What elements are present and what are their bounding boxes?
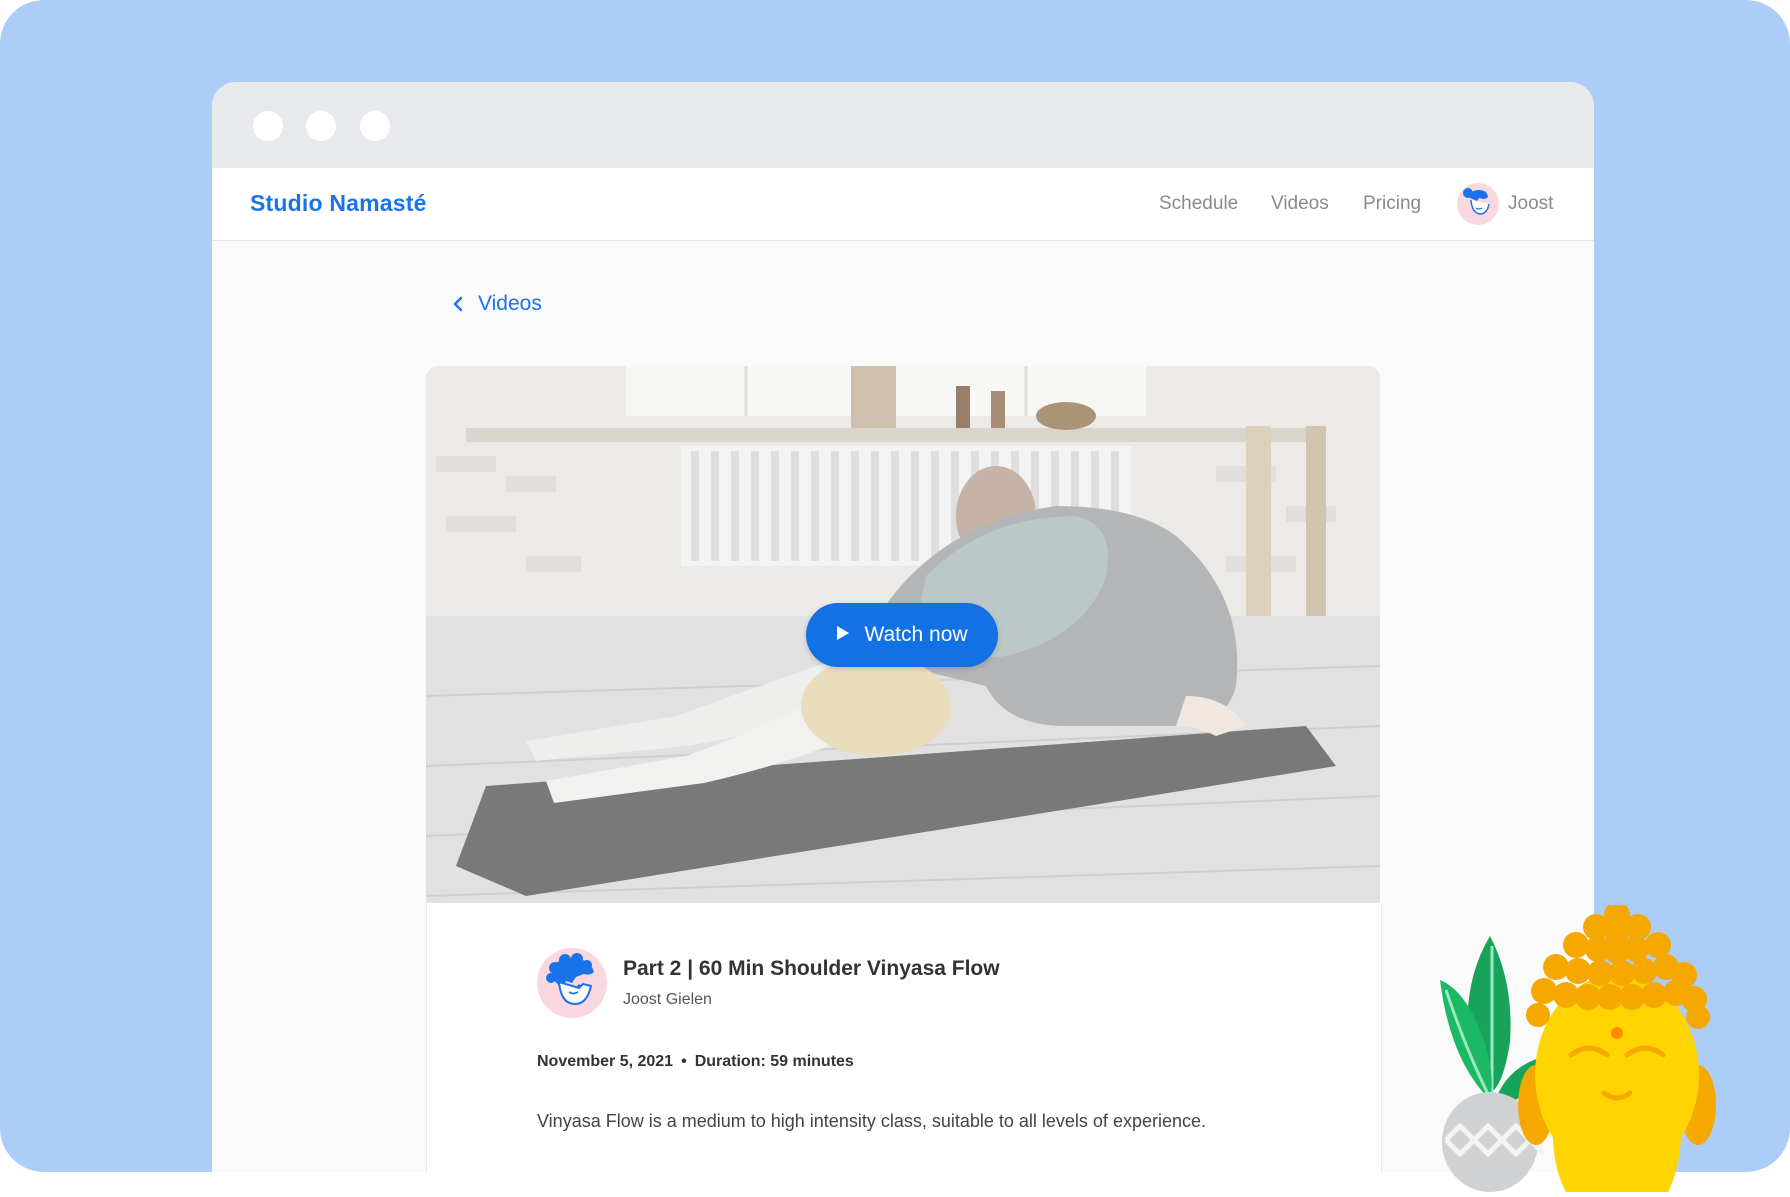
video-meta: November 5, 2021 • Duration: 59 minutes — [537, 1053, 854, 1071]
watch-now-button[interactable]: Watch now — [806, 603, 998, 667]
nav-videos[interactable]: Videos — [1271, 193, 1329, 215]
top-navbar: Studio Namasté Schedule Videos Pricing J… — [212, 168, 1594, 241]
nav-user-name[interactable]: Joost — [1508, 193, 1553, 215]
nav-pricing[interactable]: Pricing — [1363, 193, 1421, 215]
video-description: Vinyasa Flow is a medium to high intensi… — [537, 1111, 1206, 1131]
buddha-illustration-icon — [1516, 902, 1718, 1192]
video-title: Part 2 | 60 Min Shoulder Vinyasa Flow — [623, 957, 1000, 980]
back-link[interactable]: Videos — [452, 292, 542, 316]
brand-logo[interactable]: Studio Namasté — [250, 190, 427, 217]
video-date: November 5, 2021 — [537, 1053, 674, 1070]
user-avatar-icon[interactable] — [1457, 183, 1499, 225]
watch-now-label: Watch now — [864, 623, 968, 646]
author-avatar-icon — [537, 948, 607, 1018]
back-link-label: Videos — [478, 292, 542, 315]
window-close-dot[interactable] — [253, 111, 283, 141]
video-duration: Duration: 59 minutes — [694, 1053, 854, 1070]
window-minimize-dot[interactable] — [306, 111, 336, 141]
window-titlebar — [212, 82, 1594, 168]
meta-separator: • — [681, 1053, 687, 1070]
play-icon — [836, 623, 850, 647]
video-author: Joost Gielen — [623, 991, 712, 1008]
video-details-card: Part 2 | 60 Min Shoulder Vinyasa Flow Jo… — [426, 903, 1382, 1172]
window-maximize-dot[interactable] — [360, 111, 390, 141]
chevron-left-icon — [452, 296, 464, 312]
nav-schedule[interactable]: Schedule — [1159, 193, 1238, 215]
browser-window: Studio Namasté Schedule Videos Pricing J… — [212, 82, 1594, 1172]
